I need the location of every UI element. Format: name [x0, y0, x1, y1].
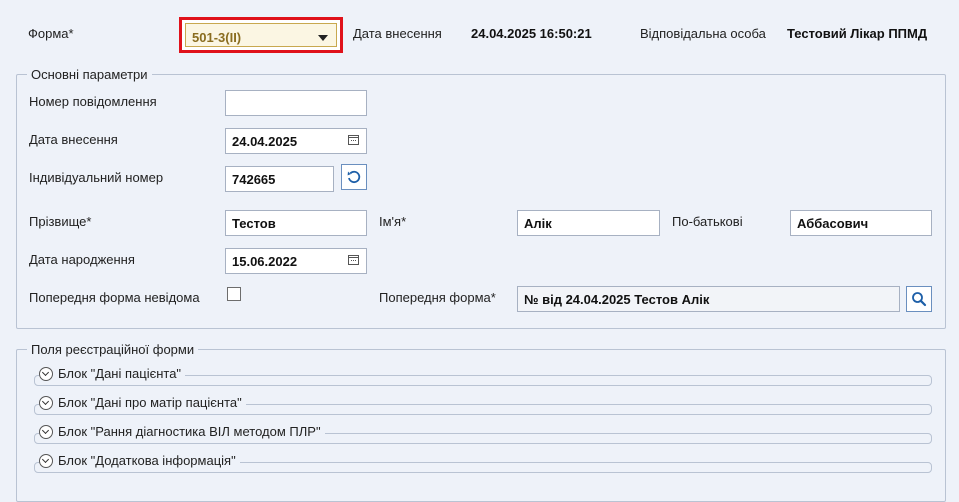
chevron-down-icon — [318, 35, 328, 41]
responsible-label: Відповідальна особа — [640, 26, 766, 41]
entry-date-input[interactable]: 24.04.2025 — [225, 128, 367, 154]
expand-chevron-icon[interactable] — [39, 366, 53, 381]
prev-form-label: Попередня форма* — [379, 290, 496, 305]
search-button[interactable] — [906, 286, 932, 312]
entry-date-value: 24.04.2025 — [232, 134, 298, 149]
birth-date-input[interactable]: 15.06.2022 — [225, 248, 367, 274]
block-label: Блок "Дані про матір пацієнта" — [58, 395, 242, 410]
calendar-icon[interactable] — [348, 135, 359, 145]
individual-number-label: Індивідуальний номер — [29, 170, 164, 185]
block-label: Блок "Додаткова інформація" — [58, 453, 236, 468]
form-select-value: 501-3(II) — [192, 30, 242, 45]
patronymic-label: По-батькові — [672, 214, 743, 229]
prev-unknown-label: Попередня форма невідома — [29, 290, 200, 305]
message-number-input[interactable] — [225, 90, 367, 116]
form-label: Форма* — [28, 26, 74, 41]
form-select-highlight: 501-3(II) — [179, 17, 343, 53]
prev-form-input[interactable]: № від 24.04.2025 Тестов Алік — [517, 286, 900, 312]
calendar-icon[interactable] — [348, 255, 359, 265]
entry-date-label: Дата внесення — [29, 132, 118, 147]
block-label: Блок "Рання діагностика ВІЛ методом ПЛР" — [58, 424, 321, 439]
birth-date-value: 15.06.2022 — [232, 254, 298, 269]
block-label: Блок "Дані пацієнта" — [58, 366, 182, 381]
block-early-hiv-diagnosis[interactable]: Блок "Рання діагностика ВІЛ методом ПЛР" — [34, 424, 932, 444]
birth-date-label: Дата народження — [29, 252, 135, 267]
surname-label: Прізвище* — [29, 214, 92, 229]
block-patient-data[interactable]: Блок "Дані пацієнта" — [34, 366, 932, 386]
expand-chevron-icon[interactable] — [39, 453, 53, 468]
expand-chevron-icon[interactable] — [39, 424, 53, 439]
form-select[interactable]: 501-3(II) — [185, 23, 337, 47]
surname-input[interactable]: Тестов — [225, 210, 367, 236]
search-icon — [912, 292, 927, 307]
prev-unknown-checkbox[interactable] — [227, 287, 241, 301]
header-entry-datetime: 24.04.2025 16:50:21 — [471, 26, 592, 41]
block-additional-info[interactable]: Блок "Додаткова інформація" — [34, 453, 932, 473]
main-params-legend: Основні параметри — [31, 67, 148, 82]
responsible-value: Тестовий Лікар ППМД — [787, 26, 928, 41]
name-label: Ім'я* — [379, 214, 407, 229]
block-mother-data[interactable]: Блок "Дані про матір пацієнта" — [34, 395, 932, 415]
name-input[interactable]: Алік — [517, 210, 660, 236]
header-entry-date-label: Дата внесення — [353, 26, 442, 41]
expand-chevron-icon[interactable] — [39, 395, 53, 410]
refresh-icon — [347, 170, 361, 184]
patronymic-input[interactable]: Аббасович — [790, 210, 932, 236]
refresh-button[interactable] — [341, 164, 367, 190]
individual-number-input[interactable]: 742665 — [225, 166, 334, 192]
message-number-label: Номер повідомлення — [29, 94, 157, 109]
registration-fields-legend: Поля реєстраційної форми — [31, 342, 195, 357]
